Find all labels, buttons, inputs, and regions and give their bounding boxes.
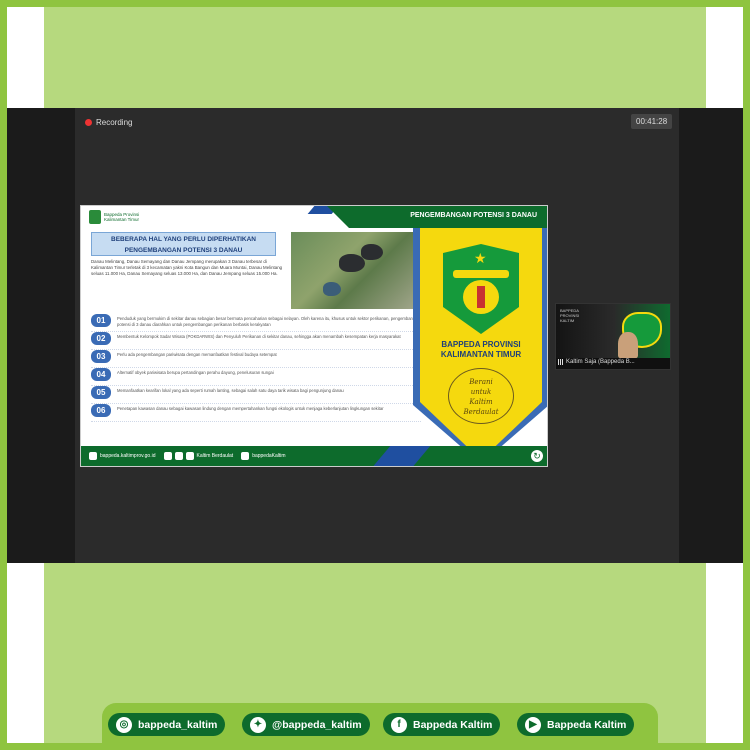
motto-circle: Berani untuk Kaltim Berdaulat	[448, 368, 514, 424]
slide-title: BEBERAPA HAL YANG PERLU DIPERHATIKAN PEN…	[91, 232, 276, 256]
footer-instagram-text: bappedaKaltim	[252, 453, 286, 459]
youtube-icon	[185, 452, 194, 460]
banner-line-3: KALTIM	[560, 318, 575, 323]
footer-website: bappeda.kaltimprov.go.id	[89, 452, 156, 460]
participant-banner-text: BAPPEDA PROVINSI KALTIM	[560, 308, 579, 323]
youtube-icon: ▶	[525, 716, 541, 733]
audio-level-icon	[558, 359, 564, 365]
item-text: Alternatif obyek pariwisata berupa perta…	[117, 370, 274, 375]
agency-name-line-2: KALIMANTAN TIMUR	[440, 350, 522, 359]
slide-logo: Bappeda Provinsi Kalimantan Timur	[89, 210, 144, 224]
slide-title-line-1: BEBERAPA HAL YANG PERLU DIPERHATIKAN	[111, 236, 256, 243]
motto-line-4: Berdaulat	[463, 408, 499, 416]
item-text: Perlu ada pengembangan pariwisata dengan…	[117, 352, 277, 357]
participant-name: Kaltim Saja (Bappeda B...	[558, 359, 635, 365]
list-item: 04 Alternatif obyek pariwisata berupa per…	[91, 368, 421, 386]
motto-line-1: Berani	[469, 378, 493, 386]
item-text: Membentuk Kelompok Sadar Wisata (POKDARW…	[117, 334, 401, 339]
recording-label: Recording	[96, 118, 133, 127]
list-item: 01 Penduduk yang bermukim di sekitar dana…	[91, 314, 421, 332]
facebook-icon	[163, 452, 172, 460]
footer-blue-stripe	[371, 446, 431, 466]
item-number: 05	[91, 386, 111, 399]
item-text: Memanfaatkan kearifan lokal yang ada sep…	[117, 388, 344, 393]
footer-facebook-text: Kaltim Berdaulat	[196, 453, 234, 459]
province-emblem-icon	[89, 210, 101, 224]
footer-social: Kaltim Berdaulat	[163, 452, 234, 460]
facebook-icon: f	[391, 716, 407, 733]
instagram-icon	[174, 452, 183, 460]
slide-logo-text: Bappeda Provinsi Kalimantan Timur	[104, 212, 140, 222]
item-number: 03	[91, 350, 111, 363]
recording-icon	[85, 119, 92, 126]
item-number: 06	[91, 404, 111, 417]
item-number: 02	[91, 332, 111, 345]
slide-intro-text: Danau Melintang, Danau Semayang dan Dana…	[91, 259, 283, 276]
item-text: Penetapan kawasan danau sebagai kawasan …	[117, 406, 384, 411]
item-number: 01	[91, 314, 111, 327]
youtube-link[interactable]: ▶ Bappeda Kaltim	[517, 713, 635, 736]
shared-slide: Bappeda Provinsi Kalimantan Timur PENGEM…	[80, 205, 548, 467]
youtube-handle: Bappeda Kaltim	[547, 718, 627, 731]
facebook-handle: Bappeda Kaltim	[413, 718, 493, 731]
item-text: Penduduk yang bermukim di sekitar danau …	[117, 316, 420, 327]
kaltim-emblem-icon: ★	[443, 244, 519, 334]
slide-header: PENGEMBANGAN POTENSI 3 DANAU	[410, 212, 537, 219]
list-item: 05 Memanfaatkan kearifan lokal yang ada s…	[91, 386, 421, 404]
footer-website-text: bappeda.kaltimprov.go.id	[100, 453, 156, 459]
agency-name: BAPPEDA PROVINSI KALIMANTAN TIMUR	[420, 340, 542, 360]
participant-person	[618, 332, 638, 358]
footer-links: bappeda.kaltimprov.go.id Kaltim Berdaula…	[89, 452, 286, 460]
lake-aerial-photo	[291, 232, 414, 309]
lake-shape	[323, 282, 341, 296]
list-item: 03 Perlu ada pengembangan pariwisata deng…	[91, 350, 421, 368]
video-meeting-window: Recording 00:41:28 Bappeda Provinsi Kali…	[7, 108, 743, 563]
slide-footer: bappeda.kaltimprov.go.id Kaltim Berdaula…	[81, 446, 547, 466]
motto-line-2: untuk	[470, 388, 492, 396]
list-item: 02 Membentuk Kelompok Sadar Wisata (POKDA…	[91, 332, 421, 350]
instagram-icon: ◎	[116, 716, 132, 733]
recording-indicator[interactable]: Recording	[85, 118, 132, 127]
emblem-inner-shield	[463, 280, 499, 314]
instagram-handle: bappeda_kaltim	[138, 718, 218, 731]
twitter-icon	[241, 452, 250, 460]
globe-icon	[89, 452, 97, 460]
participant-name-text: Kaltim Saja (Bappeda B...	[566, 359, 635, 365]
participant-video-tile[interactable]: BAPPEDA PROVINSI KALTIM Kaltim Saja (Bap…	[555, 303, 671, 370]
item-number: 04	[91, 368, 111, 381]
emblem-ribbon	[453, 270, 509, 278]
star-icon: ★	[474, 250, 487, 266]
agency-name-line-1: BAPPEDA PROVINSI	[441, 340, 521, 349]
footer-twitter: bappedaKaltim	[241, 452, 286, 460]
list-item: 06 Penetapan kawasan danau sebagai kawasa…	[91, 404, 421, 422]
instagram-link[interactable]: ◎ bappeda_kaltim	[108, 713, 226, 736]
facebook-link[interactable]: f Bappeda Kaltim	[383, 713, 501, 736]
meeting-timer: 00:41:28	[631, 114, 673, 129]
motto-line-3: Kaltim	[469, 398, 493, 406]
social-media-bar: ◎ bappeda_kaltim ✦ @bappeda_kaltim f Bap…	[102, 703, 658, 743]
twitter-icon: ✦	[250, 716, 266, 733]
slide-title-line-2: PENGEMBANGAN POTENSI 3 DANAU	[124, 247, 243, 254]
twitter-handle: @bappeda_kaltim	[272, 718, 362, 731]
lake-shape	[361, 244, 383, 260]
considerations-list: 01 Penduduk yang bermukim di sekitar dana…	[91, 314, 421, 422]
twitter-link[interactable]: ✦ @bappeda_kaltim	[242, 713, 370, 736]
refresh-icon: ↻	[531, 450, 543, 462]
